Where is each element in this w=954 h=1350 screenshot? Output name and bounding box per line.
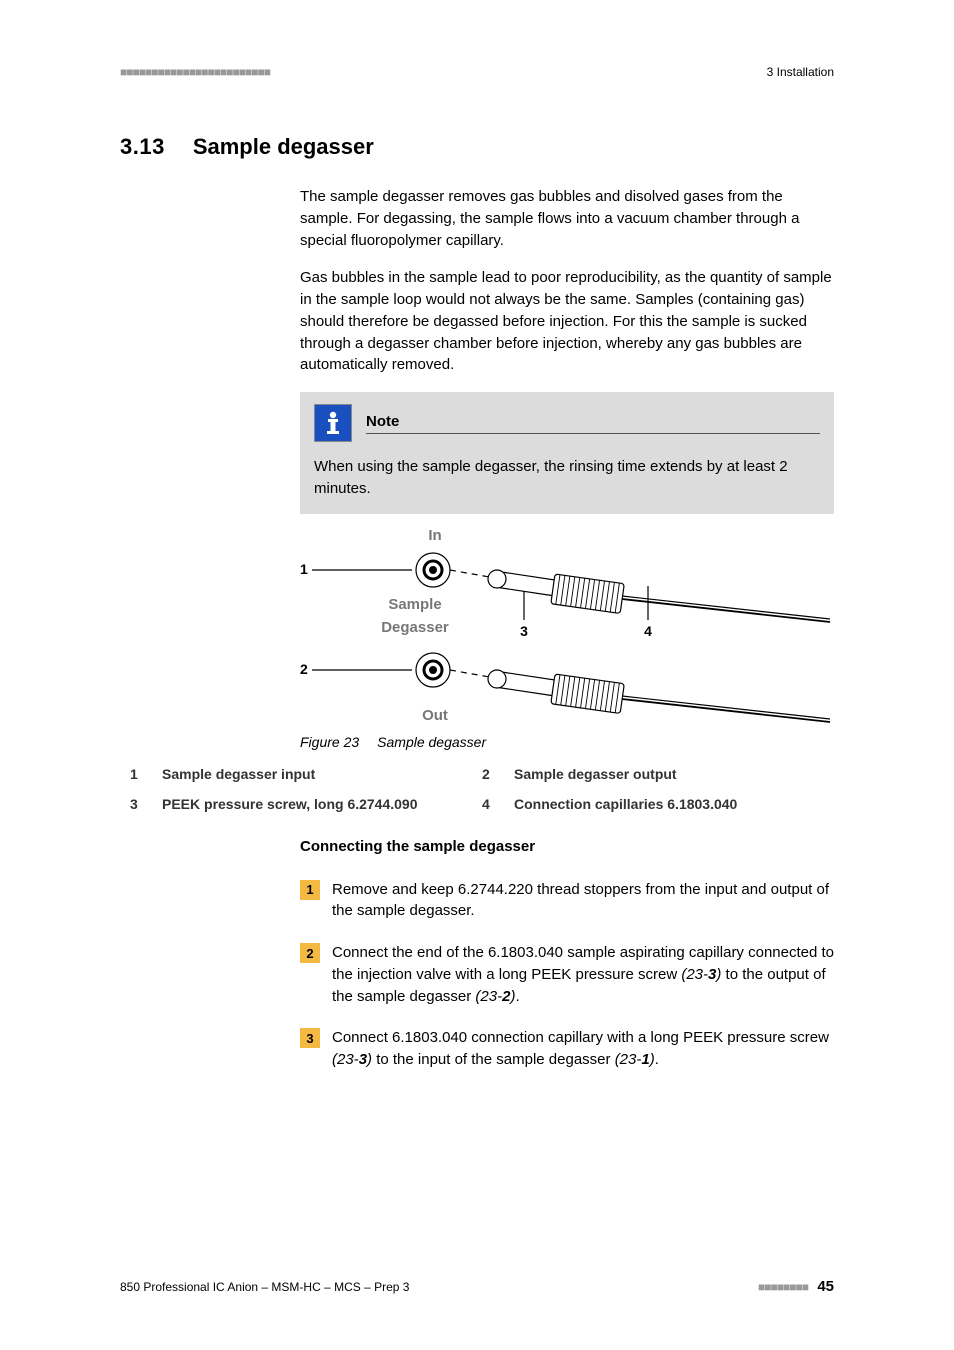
legend-4-num: 4	[482, 796, 504, 812]
step-1-number: 1	[300, 880, 320, 900]
header-marks: ■■■■■■■■■■■■■■■■■■■■■■■■	[120, 65, 270, 79]
svg-text:Out: Out	[422, 707, 448, 724]
page-number: 45	[817, 1278, 834, 1295]
figure-number: Figure 23	[300, 734, 359, 750]
paragraph-1: The sample degasser removes gas bubbles …	[300, 186, 834, 251]
legend-3-num: 3	[130, 796, 152, 812]
legend-1-text: Sample degasser input	[162, 766, 472, 782]
section-name: Sample degasser	[193, 134, 374, 160]
page-footer: 850 Professional IC Anion – MSM-HC – MCS…	[120, 1278, 834, 1295]
paragraph-2: Gas bubbles in the sample lead to poor r…	[300, 267, 834, 376]
step-3-text: Connect 6.1803.040 connection capillary …	[332, 1027, 834, 1071]
step-3-number: 3	[300, 1028, 320, 1048]
legend-4-text: Connection capillaries 6.1803.040	[514, 796, 824, 812]
legend-2-num: 2	[482, 766, 504, 782]
section-title: 3.13 Sample degasser	[120, 134, 834, 160]
footer-right: ■■■■■■■■ 45	[758, 1278, 834, 1295]
svg-text:3: 3	[520, 623, 528, 639]
svg-text:In: In	[428, 527, 441, 544]
footer-left: 850 Professional IC Anion – MSM-HC – MCS…	[120, 1280, 409, 1294]
svg-text:4: 4	[644, 623, 652, 639]
info-icon	[314, 404, 352, 442]
step-2-text: Connect the end of the 6.1803.040 sample…	[332, 942, 834, 1007]
svg-text:Degasser: Degasser	[381, 619, 449, 636]
legend-3-text: PEEK pressure screw, long 6.2744.090	[162, 796, 472, 812]
note-header: Note	[314, 404, 820, 442]
step-1-text: Remove and keep 6.2744.220 thread stoppe…	[332, 879, 834, 923]
page-header: ■■■■■■■■■■■■■■■■■■■■■■■■ 3 Installation	[120, 65, 834, 79]
figure-title: Sample degasser	[377, 734, 486, 750]
svg-text:2: 2	[300, 661, 308, 677]
note-body: When using the sample degasser, the rins…	[314, 456, 820, 500]
footer-marks: ■■■■■■■■	[758, 1280, 808, 1294]
step-2-number: 2	[300, 943, 320, 963]
step-3: 3 Connect 6.1803.040 connection capillar…	[300, 1027, 834, 1071]
sample-degasser-diagram: .ol{font-family:Arial;font-size:15px;fil…	[300, 524, 834, 724]
svg-text:1: 1	[300, 561, 308, 577]
note-title: Note	[366, 413, 399, 430]
procedure-title: Connecting the sample degasser	[300, 838, 834, 855]
legend-1-num: 1	[130, 766, 152, 782]
section-number: 3.13	[120, 134, 165, 160]
figure-caption: Figure 23 Sample degasser	[300, 734, 834, 750]
figure-legend: 1 Sample degasser input 2 Sample degasse…	[120, 766, 834, 812]
step-2: 2 Connect the end of the 6.1803.040 samp…	[300, 942, 834, 1007]
svg-text:Sample: Sample	[388, 596, 441, 613]
figure-23: .ol{font-family:Arial;font-size:15px;fil…	[300, 524, 834, 750]
note-callout: Note When using the sample degasser, the…	[300, 392, 834, 514]
legend-2-text: Sample degasser output	[514, 766, 824, 782]
header-chapter: 3 Installation	[767, 65, 834, 79]
step-1: 1 Remove and keep 6.2744.220 thread stop…	[300, 879, 834, 923]
